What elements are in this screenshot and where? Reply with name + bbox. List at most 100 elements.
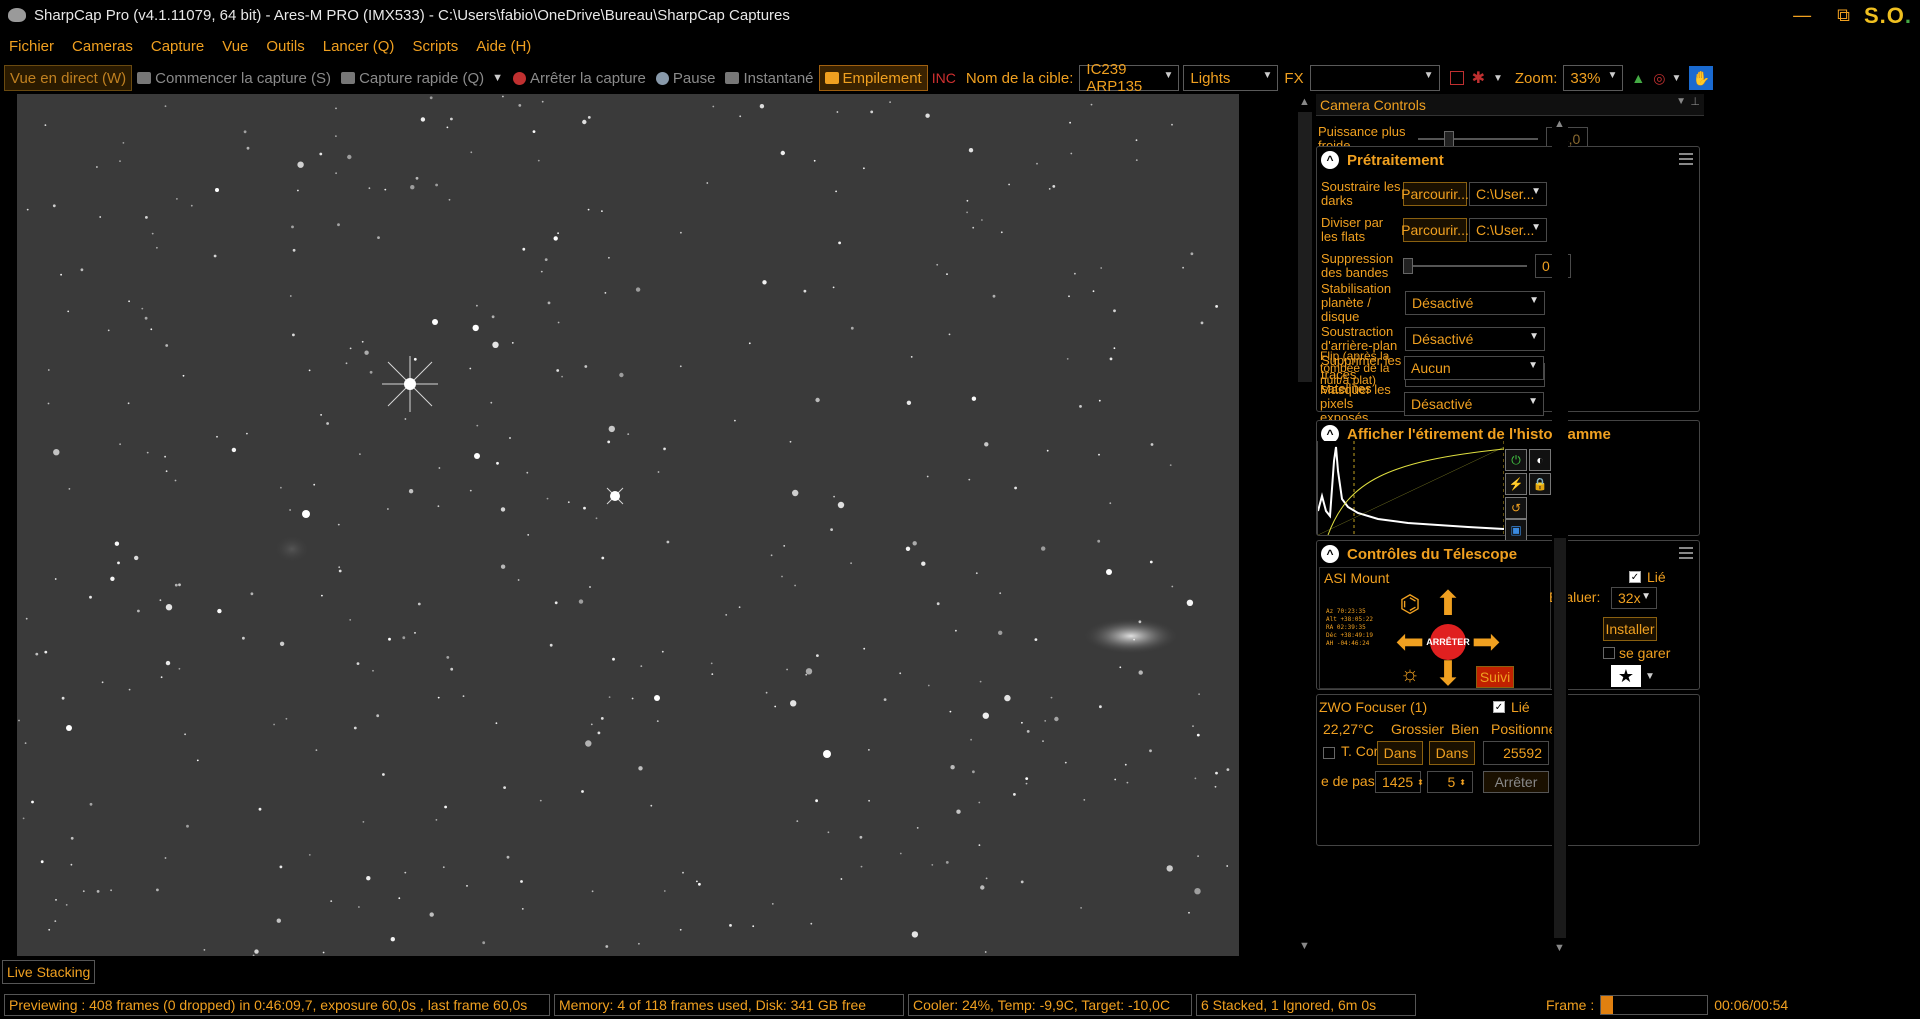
star-icon[interactable]: ★: [1611, 665, 1641, 687]
stop-capture-button[interactable]: Arrêter la capture: [508, 65, 651, 91]
crosshair-icon[interactable]: ✱: [1472, 68, 1485, 88]
stacking-button[interactable]: Empilement: [818, 65, 928, 91]
spiral-icon[interactable]: ⌬: [1390, 584, 1430, 624]
menu-icon[interactable]: [1679, 153, 1693, 165]
star: [1109, 357, 1113, 361]
lock-icon[interactable]: 🔒: [1529, 473, 1551, 495]
menu-scripts[interactable]: Scripts: [403, 38, 467, 55]
pin-icon[interactable]: ✋: [1689, 66, 1714, 90]
histogram-plot[interactable]: [1317, 441, 1505, 536]
browse-flats-button[interactable]: Parcourir...: [1401, 218, 1469, 242]
scrollbar-thumb[interactable]: [1298, 112, 1312, 382]
fx-select[interactable]: ▼: [1309, 65, 1440, 91]
star: [1021, 721, 1023, 724]
minimize-icon[interactable]: —: [1793, 5, 1811, 26]
stabilisation-select[interactable]: Désactivé ▼: [1405, 291, 1545, 315]
menu-view[interactable]: Vue: [213, 38, 257, 55]
step-size-label: e de pas: [1321, 773, 1375, 789]
rate-select[interactable]: 32x ▼: [1611, 587, 1657, 609]
bright-star: [823, 750, 831, 758]
sun-icon[interactable]: ☼: [1390, 658, 1430, 690]
fine-step-input[interactable]: 5 ⬍: [1427, 771, 1473, 793]
coarse-step-input[interactable]: 1425 ⬍: [1375, 771, 1424, 793]
spinner-icon[interactable]: ⬍: [1417, 778, 1424, 787]
menu-file[interactable]: Fichier: [0, 38, 63, 55]
menu-cameras[interactable]: Cameras: [63, 38, 142, 55]
telescope-title[interactable]: ^ Contrôles du Télescope: [1317, 541, 1699, 567]
target-name-select[interactable]: IC239 ARP135 ▼: [1079, 61, 1180, 95]
arrow-up-icon[interactable]: ⬆: [1428, 584, 1468, 624]
menu-icon[interactable]: [1679, 547, 1693, 559]
scroll-down-icon[interactable]: ▼: [1554, 942, 1565, 954]
pause-button[interactable]: Pause: [651, 65, 721, 91]
arrow-right-icon[interactable]: ➡: [1466, 622, 1506, 662]
bright-star: [432, 319, 438, 325]
setup-button[interactable]: Installer: [1603, 617, 1657, 641]
mask-select[interactable]: Désactivé ▼: [1404, 392, 1544, 416]
histogram-icon[interactable]: ▲: [1631, 70, 1645, 86]
target-icon[interactable]: ◎: [1653, 70, 1665, 87]
target-name-label: Nom de la cible:: [965, 69, 1074, 87]
spinner-icon[interactable]: ⬍: [1459, 778, 1466, 787]
star: [608, 425, 615, 433]
focuser-position-input[interactable]: 25592: [1483, 741, 1549, 765]
arrow-down-icon[interactable]: ⬇: [1428, 655, 1468, 693]
flip-select[interactable]: Aucun ▼: [1404, 356, 1544, 380]
viewport-scrollbar[interactable]: ▲ ▼: [1296, 94, 1314, 956]
background-select[interactable]: Désactivé ▼: [1405, 327, 1545, 351]
browse-darks-button[interactable]: Parcourir...: [1401, 182, 1469, 206]
pin-icon[interactable]: ⊥: [1690, 95, 1700, 108]
focuser-linked-checkbox[interactable]: ✓: [1493, 701, 1505, 713]
star: [315, 749, 318, 751]
chevron-down-icon[interactable]: ▼: [1645, 671, 1655, 682]
star: [1079, 405, 1082, 408]
chevron-down-icon[interactable]: ▼: [1671, 73, 1681, 84]
star: [415, 176, 419, 180]
contrast-icon[interactable]: ◐: [1529, 449, 1551, 471]
lightning-icon[interactable]: ⚡: [1505, 473, 1527, 495]
scroll-down-icon[interactable]: ▼: [1299, 940, 1310, 952]
focuser-stop-button[interactable]: Arrêter: [1483, 771, 1549, 793]
quick-capture-button[interactable]: Capture rapide (Q) ▼: [336, 65, 508, 91]
reset-icon[interactable]: ↺: [1505, 497, 1527, 519]
linked-checkbox[interactable]: ✓: [1629, 571, 1641, 583]
scrollbar-thumb[interactable]: [1554, 538, 1566, 938]
scroll-up-icon[interactable]: ▲: [1299, 96, 1310, 108]
roi-icon[interactable]: [1449, 71, 1464, 85]
chevron-down-icon[interactable]: ▼: [492, 72, 503, 84]
power-icon[interactable]: ⏻: [1505, 449, 1527, 471]
chevron-down-icon[interactable]: ▼: [1493, 73, 1503, 84]
arrow-left-icon[interactable]: ⬅: [1390, 622, 1430, 662]
collapse-icon[interactable]: ^: [1321, 545, 1339, 563]
snapshot-button[interactable]: Instantané: [720, 65, 818, 91]
live-stacking-tab[interactable]: Live Stacking: [2, 960, 96, 984]
save-icon[interactable]: ▣: [1505, 519, 1527, 541]
zoom-select[interactable]: 33% ▼: [1563, 65, 1624, 91]
restore-icon[interactable]: ⧉: [1837, 5, 1850, 26]
live-view-button[interactable]: Vue en direct (W): [4, 65, 133, 91]
flats-path-select[interactable]: C:\User... ▼: [1469, 218, 1547, 242]
inc-icon[interactable]: INC: [932, 70, 956, 86]
park-checkbox[interactable]: [1603, 647, 1615, 659]
menu-help[interactable]: Aide (H): [467, 38, 540, 55]
darks-path-select[interactable]: C:\User... ▼: [1469, 182, 1547, 206]
menu-tools[interactable]: Outils: [257, 38, 313, 55]
slider-thumb[interactable]: [1403, 258, 1413, 274]
star: [313, 483, 316, 486]
start-capture-button[interactable]: Commencer la capture (S): [132, 65, 336, 91]
scroll-up-icon[interactable]: ▲: [1554, 118, 1565, 130]
menu-capture[interactable]: Capture: [142, 38, 213, 55]
slider-thumb[interactable]: [1444, 131, 1455, 147]
preprocessing-title[interactable]: ^ Prétraitement: [1317, 147, 1699, 173]
panel-scrollbar[interactable]: ▲ ▼: [1552, 118, 1568, 956]
frame-type-select[interactable]: Lights ▼: [1183, 65, 1279, 91]
fine-in-button[interactable]: Dans: [1429, 741, 1475, 765]
menu-launch[interactable]: Lancer (Q): [314, 38, 404, 55]
coarse-in-button[interactable]: Dans: [1377, 741, 1423, 765]
chevron-down-icon[interactable]: ▼: [1676, 96, 1686, 107]
tracking-button[interactable]: Suivi: [1476, 666, 1514, 688]
image-viewport[interactable]: [0, 94, 1296, 956]
temp-comp-checkbox[interactable]: [1323, 747, 1335, 759]
banding-slider[interactable]: [1403, 254, 1527, 278]
collapse-icon[interactable]: ^: [1321, 151, 1339, 169]
